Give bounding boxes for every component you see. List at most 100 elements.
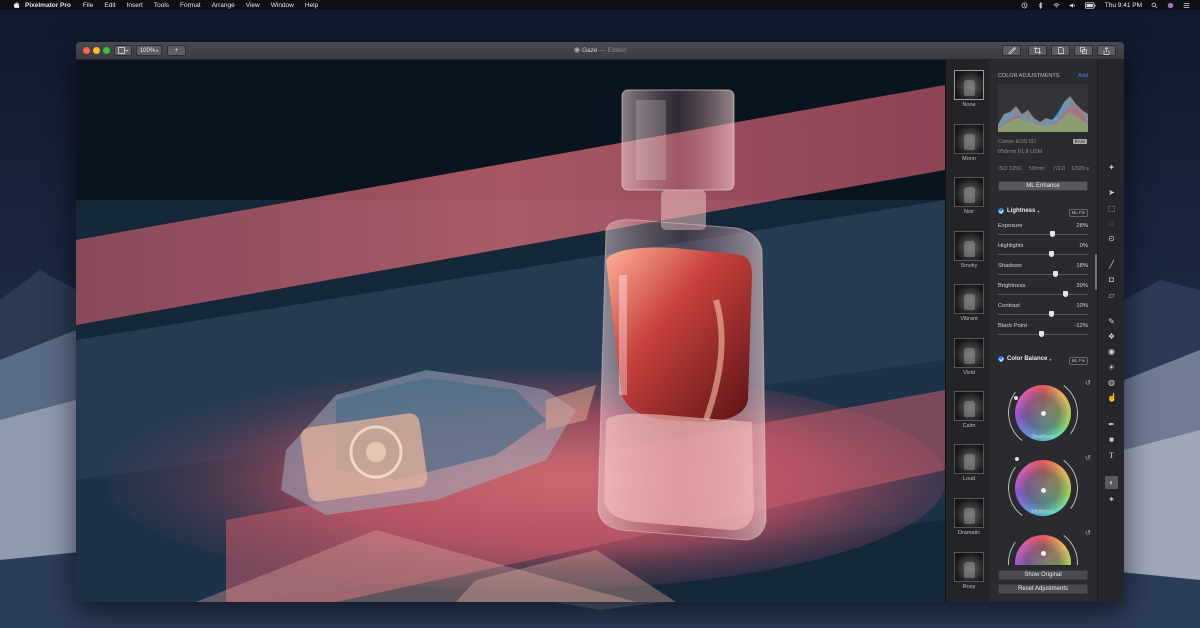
sponge-tool-icon[interactable]: ◍ bbox=[1107, 378, 1116, 387]
wheel-label: Midtones bbox=[1031, 509, 1055, 515]
pen-tool-icon[interactable]: ✒ bbox=[1107, 420, 1116, 429]
slider-track[interactable] bbox=[998, 314, 1088, 315]
checkmark-icon[interactable] bbox=[998, 208, 1004, 214]
checkmark-icon[interactable] bbox=[998, 356, 1004, 362]
bluetooth-icon[interactable] bbox=[1037, 1, 1044, 9]
preset-calm[interactable]: Calm bbox=[954, 391, 984, 429]
menu-edit[interactable]: Edit bbox=[104, 2, 115, 9]
brush-tool-button[interactable] bbox=[1002, 45, 1021, 56]
color-adjust-tool-icon[interactable]: ◐ bbox=[1105, 476, 1118, 489]
contrast-slider[interactable]: Contrast 10% bbox=[998, 303, 1088, 321]
preset-label: Mono bbox=[962, 156, 976, 162]
app-menu[interactable]: Pixelmator Pro bbox=[25, 2, 71, 9]
preset-none[interactable]: None bbox=[954, 70, 984, 108]
battery-icon[interactable] bbox=[1084, 1, 1096, 9]
reset-adjustments-button[interactable]: Reset Adjustments bbox=[998, 584, 1088, 594]
show-original-button[interactable]: Show Original bbox=[998, 570, 1088, 580]
color-balance-ml-button[interactable]: ML Fix bbox=[1068, 357, 1088, 365]
slider-knob[interactable] bbox=[1038, 331, 1044, 337]
slider-knob[interactable] bbox=[1048, 311, 1054, 317]
sharpen-tool-icon[interactable]: ◉ bbox=[1107, 347, 1116, 356]
share-button[interactable] bbox=[1097, 45, 1116, 56]
preset-thumbnail bbox=[954, 70, 984, 100]
slider-value: 10% bbox=[1076, 303, 1088, 309]
wheel-handle[interactable] bbox=[1040, 550, 1046, 556]
midtones-luminance-knob[interactable] bbox=[1015, 457, 1019, 461]
slider-knob[interactable] bbox=[1063, 291, 1068, 297]
perfume-photo bbox=[76, 60, 945, 602]
menu-format[interactable]: Format bbox=[180, 2, 201, 9]
midtones-color-wheel[interactable] bbox=[1015, 460, 1071, 516]
smudge-tool-icon[interactable]: ☝ bbox=[1107, 393, 1117, 402]
menu-help[interactable]: Help bbox=[305, 2, 318, 9]
preset-mono[interactable]: Mono bbox=[954, 124, 984, 162]
menu-insert[interactable]: Insert bbox=[127, 2, 143, 9]
preset-noir[interactable]: Noir bbox=[954, 177, 984, 215]
paint-tool-icon[interactable]: ╱ bbox=[1107, 260, 1116, 269]
lighten-tool-icon[interactable]: ☀ bbox=[1107, 363, 1116, 372]
title-bar: 100% ▾ + Gaze — Edited bbox=[76, 42, 1124, 60]
color-balance-section-header[interactable]: Color Balance ▾ bbox=[998, 356, 1051, 362]
reset-midtones-icon[interactable]: ↺ bbox=[1085, 454, 1091, 462]
preset-dramatic[interactable]: Dramatic bbox=[954, 498, 984, 536]
menu-tools[interactable]: Tools bbox=[154, 2, 169, 9]
add-adjustment-link[interactable]: Add bbox=[1078, 73, 1088, 79]
slider-track[interactable] bbox=[998, 294, 1088, 295]
menu-file[interactable]: File bbox=[83, 2, 93, 9]
wheel-handle[interactable] bbox=[1040, 487, 1046, 493]
preset-vivid[interactable]: Vivid bbox=[954, 338, 984, 376]
apple-icon[interactable] bbox=[12, 1, 20, 9]
preset-thumbnail bbox=[954, 284, 984, 314]
reset-highlights-icon[interactable]: ↺ bbox=[1085, 529, 1091, 537]
preset-smoky[interactable]: Smoky bbox=[954, 231, 984, 269]
lightness-ml-button[interactable]: ML Fix bbox=[1068, 209, 1088, 217]
highlights-slider[interactable]: Highlights 0% bbox=[998, 243, 1088, 261]
black-point-slider[interactable]: Black Point -12% bbox=[998, 323, 1088, 341]
slider-track[interactable] bbox=[998, 274, 1088, 275]
layers-button[interactable] bbox=[1074, 45, 1093, 56]
menu-window[interactable]: Window bbox=[271, 2, 294, 9]
time-machine-icon[interactable] bbox=[1021, 2, 1028, 9]
image-canvas[interactable] bbox=[76, 60, 945, 602]
document-title: Gaze — Edited bbox=[76, 47, 1124, 54]
paint-bucket-icon[interactable]: ◘ bbox=[1107, 275, 1116, 284]
quick-selection-icon[interactable]: ⊙ bbox=[1107, 234, 1116, 243]
slider-knob[interactable] bbox=[1048, 251, 1054, 257]
reset-shadows-icon[interactable]: ↺ bbox=[1085, 379, 1091, 387]
arrange-tool-icon[interactable]: ➤ bbox=[1107, 188, 1116, 197]
preset-loud[interactable]: Loud bbox=[954, 444, 984, 482]
slider-knob[interactable] bbox=[1053, 271, 1059, 277]
siri-icon[interactable] bbox=[1167, 2, 1174, 9]
clone-tool-icon[interactable]: ❖ bbox=[1107, 332, 1116, 341]
retouch-tool-icon[interactable]: ✎ bbox=[1107, 317, 1116, 326]
app-window: 100% ▾ + Gaze — Edited None Mono Noir Sm… bbox=[76, 42, 1124, 602]
brightness-slider[interactable]: Brightness 39% bbox=[998, 283, 1088, 301]
selection-tool-icon[interactable]: ⬚ bbox=[1107, 204, 1116, 213]
spotlight-search-icon[interactable] bbox=[1151, 2, 1158, 9]
shadows-slider[interactable]: Shadows 18% bbox=[998, 263, 1088, 281]
erase-tool-icon[interactable]: ▱ bbox=[1107, 291, 1116, 300]
menubar-clock[interactable]: Thu 9:41 PM bbox=[1105, 2, 1142, 9]
wheel-handle[interactable] bbox=[1040, 410, 1046, 416]
style-tool-icon[interactable]: ✦ bbox=[1107, 163, 1116, 172]
document-button[interactable] bbox=[1051, 45, 1070, 56]
slider-knob[interactable] bbox=[1050, 231, 1056, 237]
exposure-slider[interactable]: Exposure 28% bbox=[998, 223, 1088, 241]
slider-track[interactable] bbox=[998, 254, 1088, 255]
slider-track[interactable] bbox=[998, 234, 1088, 235]
lightness-section-header[interactable]: Lightness ▾ bbox=[998, 208, 1039, 214]
effects-tool-icon[interactable]: ✶ bbox=[1107, 495, 1116, 504]
ml-enhance-button[interactable]: ML Enhance bbox=[998, 181, 1088, 191]
shape-tool-icon[interactable]: ■ bbox=[1107, 435, 1116, 444]
crop-button[interactable] bbox=[1028, 45, 1047, 56]
volume-icon[interactable] bbox=[1069, 2, 1076, 9]
shadows-color-wheel[interactable] bbox=[1015, 385, 1071, 441]
menu-view[interactable]: View bbox=[246, 2, 260, 9]
notification-center-icon[interactable] bbox=[1183, 2, 1190, 9]
lasso-tool-icon[interactable]: ◌ bbox=[1107, 219, 1116, 228]
wifi-icon[interactable] bbox=[1053, 2, 1060, 9]
type-tool-icon[interactable]: T bbox=[1107, 451, 1116, 460]
preset-vibrant[interactable]: Vibrant bbox=[954, 284, 984, 322]
preset-rosy[interactable]: Rosy bbox=[954, 552, 984, 590]
menu-arrange[interactable]: Arrange bbox=[212, 2, 235, 9]
